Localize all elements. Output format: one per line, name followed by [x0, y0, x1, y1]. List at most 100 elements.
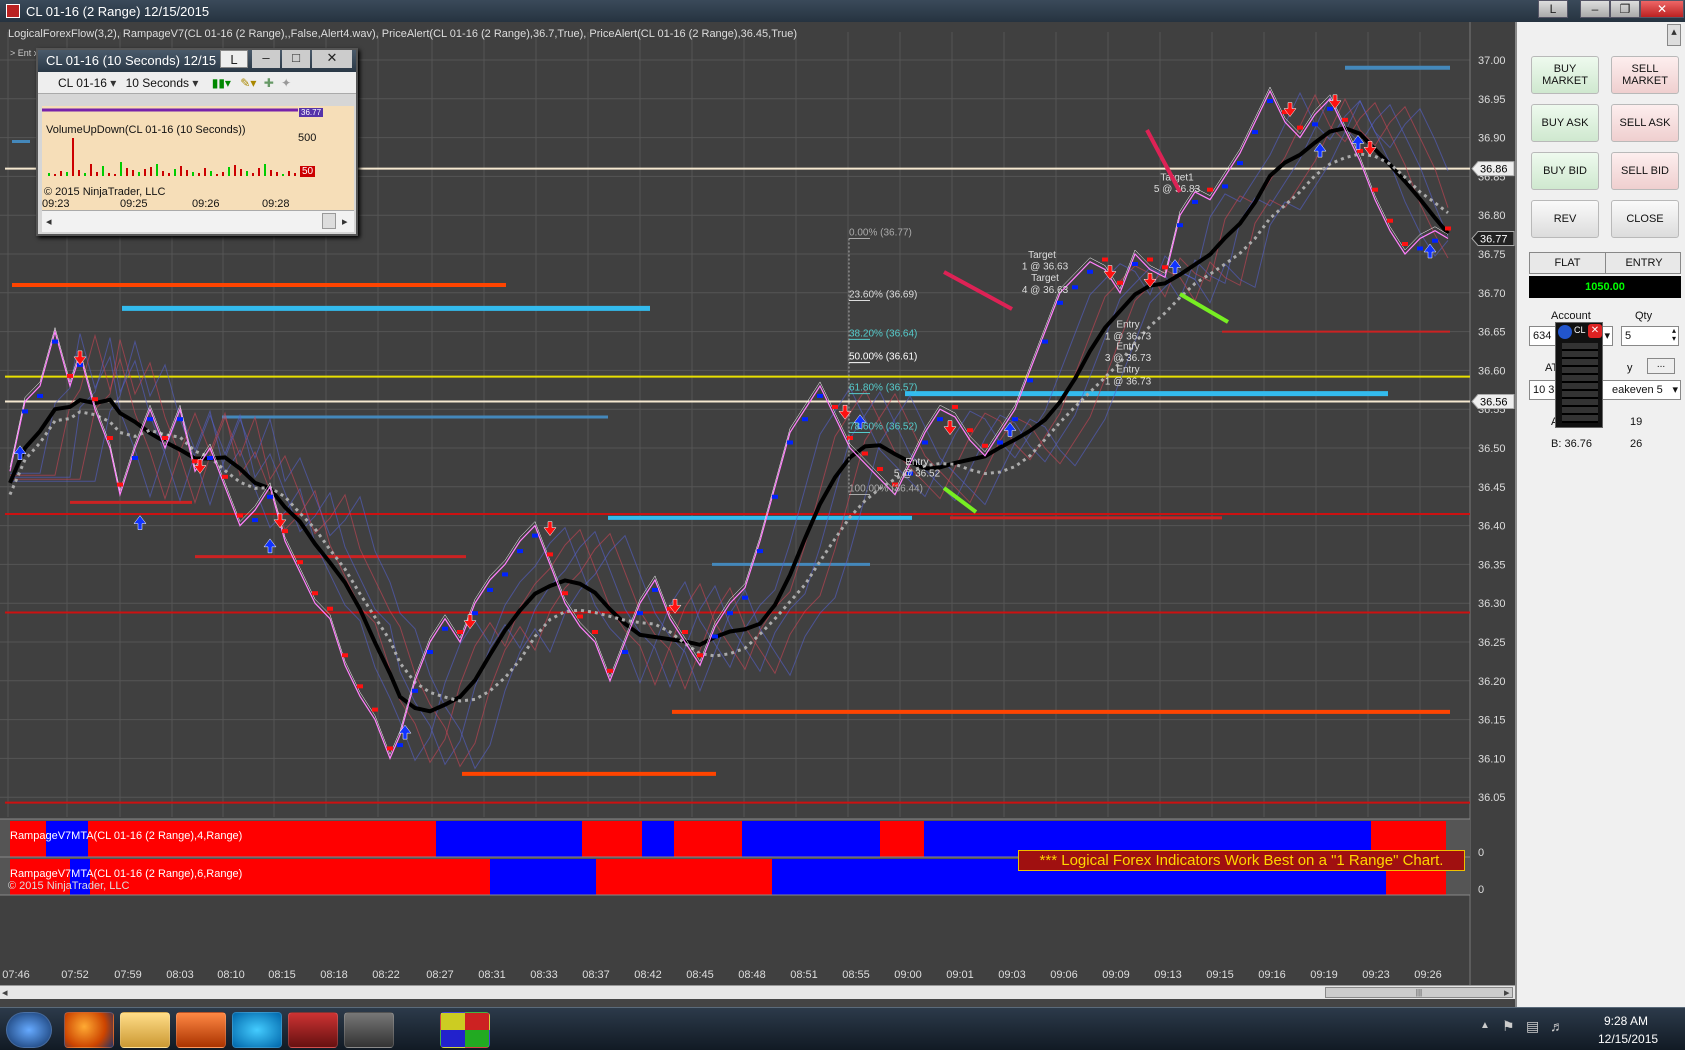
downtrend-dot: [327, 606, 333, 611]
volume-bar: [102, 166, 104, 176]
buy-bid-button[interactable]: BUY BID: [1531, 152, 1599, 190]
target-value: 4 @ 36.63: [1022, 285, 1069, 296]
mini-scroll-thumb[interactable]: [322, 213, 336, 229]
volume-bar: [198, 173, 200, 176]
downtrend-dot: [577, 614, 583, 619]
downtrend-dot: [682, 630, 688, 634]
downtrend-dot: [357, 684, 363, 689]
bar-type-icon[interactable]: ▮▮▾: [212, 76, 231, 90]
sell-ask-button[interactable]: SELL ASK: [1611, 104, 1679, 142]
volume-bar: [132, 170, 134, 176]
downtrend-dot: [592, 630, 598, 634]
pencil-icon[interactable]: ✎▾: [240, 76, 256, 90]
time-tick-label: 07:59: [114, 969, 142, 981]
downtrend-dot: [607, 668, 613, 673]
mini-lock-button[interactable]: L: [220, 50, 248, 68]
volume-bar: [192, 172, 194, 176]
mini-price-marker: 36.77: [299, 108, 324, 117]
uptrend-dot: [472, 611, 478, 616]
mini-time-2: 09:26: [192, 198, 220, 210]
minimize-button[interactable]: –: [1580, 0, 1610, 18]
subpanel1-label: RampageV7MTA(CL 01-16 (2 Range),4,Range): [10, 830, 242, 842]
downtrend-dot: [862, 451, 868, 456]
entry-label: Entry: [1116, 365, 1139, 376]
mini-scrollbar[interactable]: ◂ ▸: [42, 210, 354, 232]
uptrend-dot: [1432, 238, 1438, 243]
maximize-button[interactable]: ❐: [1610, 0, 1640, 18]
firefox-icon[interactable]: [64, 1012, 114, 1048]
mini-minimize-button[interactable]: –: [252, 50, 280, 68]
file-explorer-icon[interactable]: [120, 1012, 170, 1048]
target-label: Target: [1031, 273, 1059, 284]
tray-expand-icon[interactable]: ▲: [1480, 1020, 1490, 1031]
entry-value: 1 @ 36.73: [1105, 376, 1152, 387]
mini-interval-select[interactable]: 10 Seconds: [126, 76, 189, 90]
reverse-button[interactable]: REV: [1531, 200, 1599, 238]
price-tick-label: 36.60: [1478, 365, 1506, 377]
scroll-right-icon[interactable]: ▸: [342, 215, 348, 228]
mini-instrument-select[interactable]: CL 01-16: [58, 76, 107, 90]
lock-button[interactable]: L: [1538, 0, 1568, 18]
dom-popup[interactable]: CL ✕: [1555, 322, 1603, 428]
ninjatrader-icon[interactable]: [344, 1012, 394, 1048]
pointer-arrow-icon: [1178, 292, 1230, 324]
atm-more-button[interactable]: ...: [1647, 358, 1675, 374]
downtrend-dot: [1445, 226, 1451, 231]
uptrend-dot: [52, 339, 58, 344]
volume-bar: [180, 166, 182, 176]
clock-date[interactable]: 12/15/2015: [1598, 1032, 1658, 1046]
uptrend-dot: [1267, 99, 1273, 104]
scroll-left-icon[interactable]: ◂: [2, 986, 8, 999]
clock-time[interactable]: 9:28 AM: [1604, 1014, 1648, 1028]
buy-ask-button[interactable]: BUY ASK: [1531, 104, 1599, 142]
qty-stepper[interactable]: 5 ▴ ▾: [1621, 326, 1679, 346]
mini-maximize-button[interactable]: □: [282, 50, 310, 68]
price-tick-label: 36.90: [1478, 133, 1506, 145]
volume-bar: [126, 168, 128, 176]
fib-level-label: 61.80% (36.57): [849, 383, 917, 394]
atm-strategy-select[interactable]: 10 3 eakeven 5 ▾: [1529, 380, 1681, 400]
chart-scrollbar[interactable]: ◂ ||| ▸: [0, 985, 1515, 999]
time-tick-label: 08:42: [634, 969, 662, 981]
target-label: Target: [1028, 250, 1056, 261]
volume-icon[interactable]: ♬: [1550, 1018, 1564, 1034]
downtrend-dot: [697, 653, 703, 658]
network-icon[interactable]: ▤: [1526, 1018, 1539, 1035]
price-marker-current: 36.77: [1480, 233, 1508, 245]
mini-close-button[interactable]: ✕: [312, 50, 352, 68]
scroll-right-icon[interactable]: ▸: [1504, 986, 1510, 999]
app-icon-red[interactable]: [288, 1012, 338, 1048]
crosshair-icon[interactable]: ✚: [264, 76, 274, 90]
volume-bar: [90, 164, 92, 176]
zoom-icon[interactable]: ✦: [281, 76, 291, 90]
uptrend-dot: [1072, 285, 1078, 290]
windows-app-icon[interactable]: [440, 1012, 490, 1048]
skype-icon[interactable]: [232, 1012, 282, 1048]
flag-icon[interactable]: ⚑: [1502, 1018, 1515, 1035]
close-button[interactable]: ✕: [1640, 0, 1684, 18]
target1-label: Target1: [1160, 172, 1194, 183]
mini-chart-window[interactable]: CL 01-16 (10 Seconds) 12/15 L – □ ✕ CL 0…: [36, 48, 358, 236]
media-player-icon[interactable]: [176, 1012, 226, 1048]
sell-market-button[interactable]: SELL MARKET: [1611, 56, 1679, 94]
taskbar: ▲ ⚑ ▤ ♬ 9:28 AM 12/15/2015: [0, 1007, 1685, 1050]
sell-bid-button[interactable]: SELL BID: [1611, 152, 1679, 190]
dom-close-icon[interactable]: ✕: [1588, 324, 1602, 338]
buy-market-button[interactable]: BUY MARKET: [1531, 56, 1599, 94]
downtrend-dot: [1387, 218, 1393, 223]
volume-bar: [276, 172, 278, 176]
fib-level-label: 100.00% (36.44): [849, 484, 923, 495]
sell-arrow-icon: [668, 598, 682, 614]
panel-scroll-up-icon[interactable]: ▴: [1667, 24, 1681, 46]
sell-arrow-icon: [943, 420, 957, 436]
volume-bar: [174, 169, 176, 176]
uptrend-dot: [712, 634, 718, 639]
target-value: 1 @ 36.63: [1022, 262, 1069, 273]
close-position-button[interactable]: CLOSE: [1611, 200, 1679, 238]
scroll-left-icon[interactable]: ◂: [46, 215, 52, 228]
uptrend-dot: [1327, 106, 1333, 111]
subpanel1-zero: 0: [1478, 847, 1484, 859]
chart-scroll-thumb[interactable]: |||: [1325, 987, 1513, 998]
start-button[interactable]: [6, 1012, 52, 1048]
mini-indicator-label: VolumeUpDown(CL 01-16 (10 Seconds)): [46, 124, 246, 136]
